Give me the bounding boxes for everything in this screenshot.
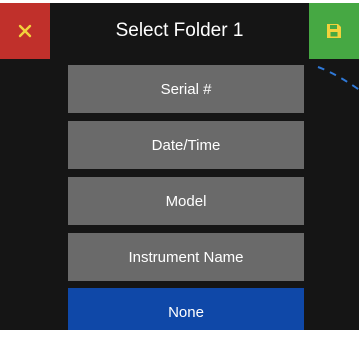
- option-none[interactable]: None: [68, 288, 304, 330]
- option-instrument-name[interactable]: Instrument Name: [68, 233, 304, 281]
- option-serial-number[interactable]: Serial #: [68, 65, 304, 113]
- save-icon: [327, 24, 341, 38]
- save-button[interactable]: [309, 3, 359, 59]
- options-panel: Serial # Date/Time Model Instrument Name…: [0, 59, 359, 330]
- close-button[interactable]: [0, 3, 50, 59]
- option-model[interactable]: Model: [68, 177, 304, 225]
- page-title: Select Folder 1: [115, 20, 244, 41]
- close-icon: [18, 24, 32, 38]
- select-folder-screen: Select Folder 1 Serial # Date/Time Model…: [0, 0, 359, 337]
- header-bar: Select Folder 1: [0, 3, 359, 59]
- option-date-time[interactable]: Date/Time: [68, 121, 304, 169]
